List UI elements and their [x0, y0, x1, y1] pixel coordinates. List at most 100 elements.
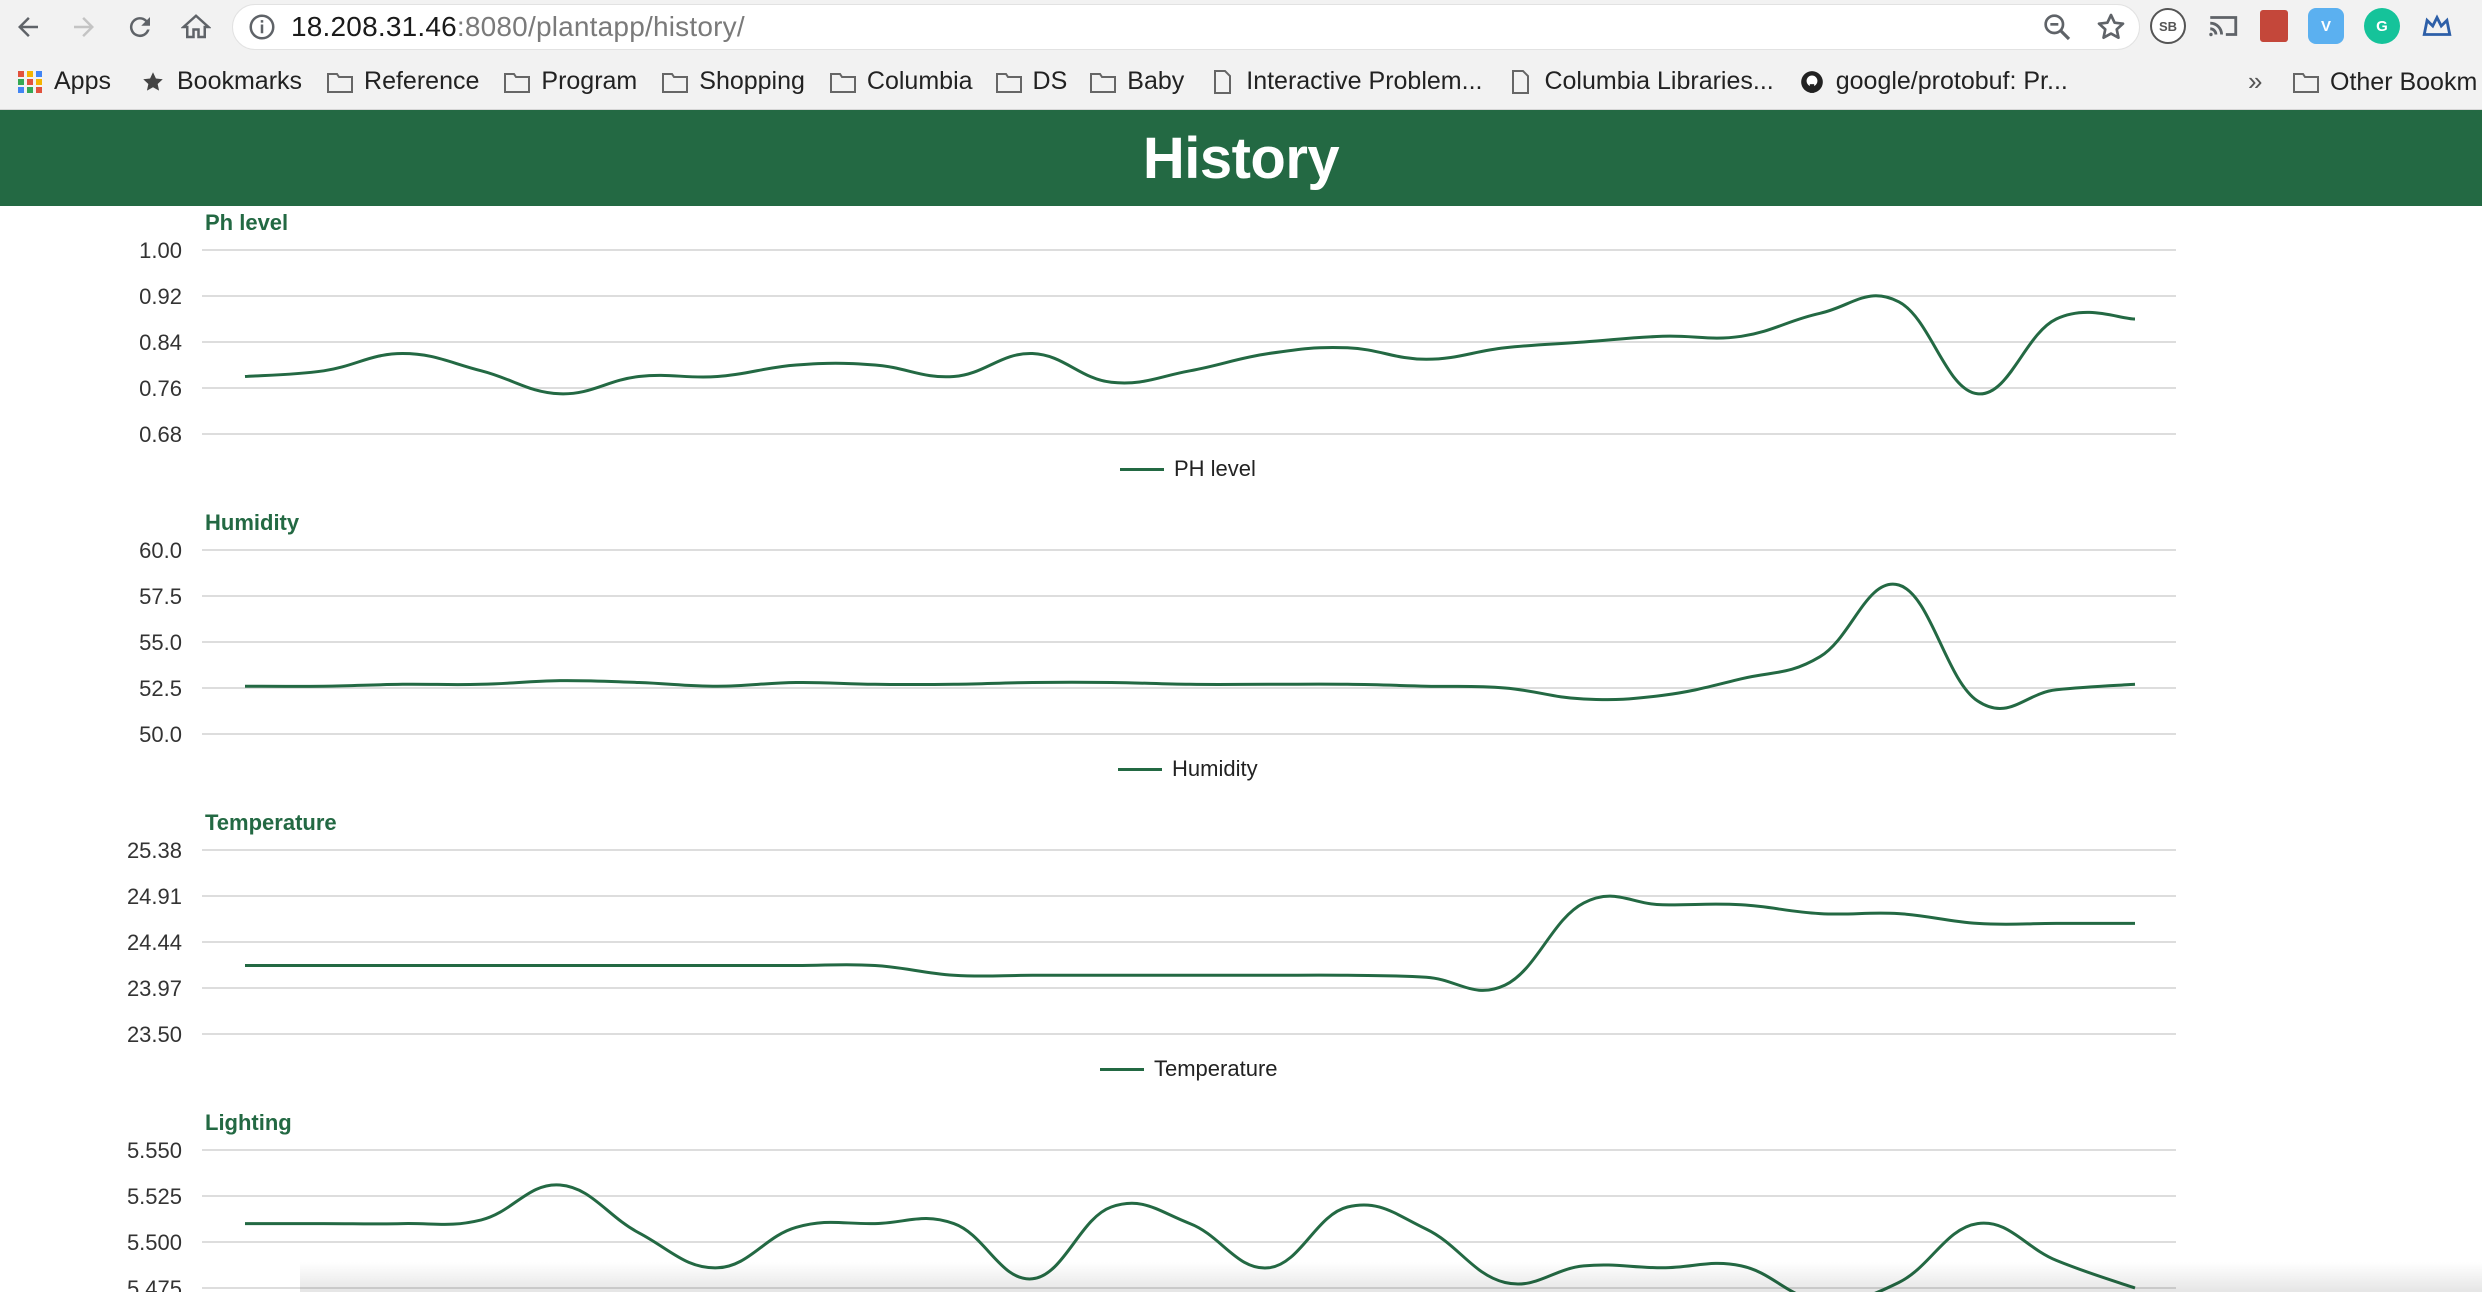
- page-header: History: [0, 110, 2482, 206]
- bookmarks-list: Apps Bookmarks Reference Program Shopping Col…: [0, 54, 2068, 110]
- chart-legend[interactable]: PH level: [1120, 456, 1256, 482]
- page-icon: [1506, 69, 1544, 95]
- bookmark-item[interactable]: Baby: [1089, 54, 1184, 110]
- legend-label: Temperature: [1154, 1056, 1278, 1081]
- bookmark-item[interactable]: Reference: [326, 54, 479, 110]
- folder-icon: [995, 69, 1033, 95]
- folder-icon: [326, 69, 364, 95]
- browser-toolbar: 18.208.31.46:8080/plantapp/history/ SB V…: [0, 0, 2482, 54]
- y-tick-label: 57.5: [139, 584, 182, 609]
- bookmark-label: Shopping: [699, 67, 805, 95]
- url-host: 18.208.31.46: [291, 11, 457, 42]
- bookmark-label: Bookmarks: [176, 67, 303, 95]
- legend-swatch: [1100, 1067, 1144, 1071]
- cast-icon[interactable]: [2206, 9, 2240, 43]
- y-tick-label: 0.76: [139, 376, 182, 401]
- y-tick-label: 52.5: [139, 676, 182, 701]
- bookmark-extension-icon[interactable]: [2260, 10, 2288, 42]
- page-icon: [1208, 69, 1246, 95]
- y-tick-label: 5.550: [127, 1138, 182, 1163]
- home-icon: [181, 14, 211, 39]
- other-bookmarks[interactable]: Other Bookm: [2292, 54, 2477, 110]
- forward-button[interactable]: [56, 0, 112, 54]
- series-line: [245, 894, 2135, 992]
- star-icon: [139, 69, 177, 95]
- temperature-chart: Temperature 25.38 24.91 24.44 23.97 23.50 Te…: [0, 810, 2482, 1110]
- y-tick-label: 23.50: [127, 1022, 182, 1047]
- y-tick-label: 25.38: [127, 838, 182, 863]
- grammarly-icon[interactable]: G: [2364, 8, 2400, 44]
- reload-button[interactable]: [112, 0, 168, 54]
- crown-extension-icon[interactable]: [2420, 9, 2454, 43]
- y-tick-label: 24.44: [127, 930, 182, 955]
- bookmark-item[interactable]: Columbia Libraries...: [1506, 54, 1774, 110]
- y-tick-label: 55.0: [139, 630, 182, 655]
- bookmark-label: Program: [541, 67, 638, 95]
- address-bar[interactable]: 18.208.31.46:8080/plantapp/history/: [232, 4, 2140, 50]
- y-tick-label: 0.92: [139, 284, 182, 309]
- zoom-icon[interactable]: [2041, 11, 2073, 43]
- bookmark-item[interactable]: Bookmarks: [139, 54, 302, 110]
- info-icon: [249, 14, 275, 40]
- bookmark-item[interactable]: google/protobuf: Pr...: [1798, 54, 2068, 110]
- bookmark-item[interactable]: Shopping: [661, 54, 805, 110]
- legend-label: Humidity: [1172, 756, 1258, 781]
- sb-extension-icon[interactable]: SB: [2150, 8, 2186, 44]
- folder-icon: [1089, 69, 1127, 95]
- github-icon: [1798, 69, 1836, 95]
- reload-icon: [129, 17, 150, 38]
- y-tick-label: 5.500: [127, 1230, 182, 1255]
- bookmark-label: Baby: [1127, 67, 1185, 95]
- bookmark-star-icon[interactable]: [2095, 11, 2127, 43]
- apps-grid-icon: [16, 69, 54, 95]
- url-path: :8080/plantapp/history/: [456, 11, 745, 42]
- legend-swatch: [1120, 467, 1164, 471]
- y-tick-label: 5.525: [127, 1184, 182, 1209]
- chart-legend[interactable]: Humidity: [1118, 756, 1258, 782]
- y-tick-label: 23.97: [127, 976, 182, 1001]
- bookmark-label: Apps: [54, 67, 111, 95]
- bookmark-item[interactable]: DS: [995, 54, 1068, 110]
- humidity-chart: Humidity 60.0 57.5 55.0 52.5 50.0 Humidity: [0, 510, 2482, 810]
- bookmarks-overflow-button[interactable]: »: [2248, 66, 2262, 97]
- home-button[interactable]: [168, 0, 224, 54]
- legend-label: PH level: [1174, 456, 1256, 481]
- v-extension-icon[interactable]: V: [2308, 8, 2344, 44]
- folder-icon: [2293, 73, 2319, 93]
- other-bookmarks-label: Other Bookm: [2330, 67, 2478, 96]
- forward-arrow-icon: [74, 17, 94, 37]
- y-tick-label: 1.00: [139, 238, 182, 263]
- bookmark-label: google/protobuf: Pr...: [1835, 67, 2068, 95]
- y-tick-label: 5.475: [127, 1276, 182, 1292]
- bookmark-label: Reference: [364, 67, 480, 95]
- chart-legend[interactable]: Temperature: [1100, 1056, 1278, 1082]
- series-line: [244, 582, 2136, 711]
- bookmark-label: Columbia Libraries...: [1544, 67, 1774, 95]
- page-title: History: [1142, 125, 1340, 191]
- legend-swatch: [1118, 767, 1162, 771]
- bookmark-label: Columbia: [866, 67, 973, 95]
- series-line: [244, 294, 2136, 396]
- address-bar-actions: [2041, 11, 2127, 43]
- back-button[interactable]: [0, 0, 56, 54]
- bookmark-item[interactable]: Apps: [16, 54, 111, 110]
- bookmark-label: DS: [1032, 67, 1068, 95]
- folder-icon: [503, 69, 541, 95]
- ph-level-chart: Ph level 1.00 0.92 0.84 0.76 0.68 PH level: [0, 210, 2482, 510]
- y-tick-label: 0.84: [139, 330, 182, 355]
- y-tick-label: 50.0: [139, 722, 182, 747]
- back-arrow-icon: [18, 17, 38, 37]
- bookmark-item[interactable]: Interactive Problem...: [1208, 54, 1482, 110]
- folder-icon: [661, 69, 699, 95]
- y-tick-label: 24.91: [127, 884, 182, 909]
- bookmark-label: Interactive Problem...: [1246, 67, 1483, 95]
- scroll-shadow: [300, 1262, 2482, 1292]
- folder-icon: [829, 69, 867, 95]
- bookmark-item[interactable]: Columbia: [829, 54, 973, 110]
- bookmark-item[interactable]: Program: [503, 54, 637, 110]
- y-tick-label: 0.68: [139, 422, 182, 447]
- bookmarks-bar: Apps Bookmarks Reference Program Shopping Col…: [0, 54, 2482, 110]
- url-text: 18.208.31.46:8080/plantapp/history/: [291, 11, 745, 43]
- y-tick-label: 60.0: [139, 538, 182, 563]
- extensions-area: SB V G: [2150, 8, 2454, 44]
